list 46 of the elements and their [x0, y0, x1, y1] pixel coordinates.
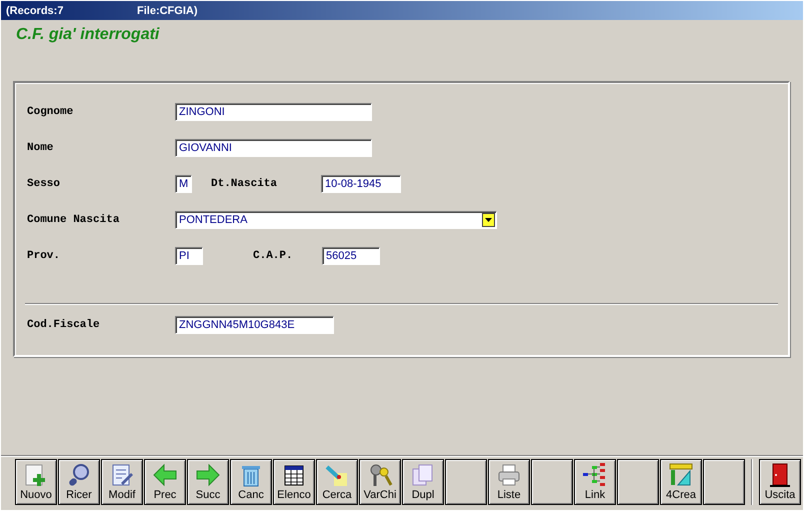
- toolbar-button[interactable]: Elenco: [273, 458, 315, 504]
- input-field[interactable]: ZINGONI: [175, 103, 372, 121]
- field-label: Nome: [27, 142, 54, 154]
- toolbar-button[interactable]: Cerca: [316, 458, 358, 504]
- dropdown-button[interactable]: [482, 213, 495, 227]
- input-field[interactable]: 10-08-1945: [321, 175, 401, 193]
- toolbar-button[interactable]: Link: [574, 458, 616, 504]
- toolbar-button[interactable]: Succ: [187, 458, 229, 504]
- ruler-triangle-icon: [668, 462, 694, 488]
- field-label: Cod.Fiscale: [27, 319, 101, 331]
- toolbar-button[interactable]: [531, 458, 573, 504]
- window-title: File:CFGIA): [137, 4, 198, 16]
- door-icon: [767, 462, 793, 488]
- left-arrow-icon: [152, 462, 178, 488]
- input-field[interactable]: 56025: [322, 247, 380, 265]
- field-label: C.A.P.: [253, 250, 294, 262]
- toolbar-button[interactable]: [703, 458, 745, 504]
- dropdown-field[interactable]: PONTEDERA: [175, 211, 497, 229]
- right-arrow-icon: [195, 462, 221, 488]
- input-field[interactable]: PI: [175, 247, 203, 265]
- highlighter-icon: [324, 462, 350, 488]
- field-label: Dt.Nascita: [211, 178, 278, 190]
- input-field[interactable]: M: [175, 175, 192, 193]
- printer-icon: [496, 462, 522, 488]
- form-heading: C.F. gia' interrogati: [16, 25, 160, 45]
- toolbar-button[interactable]: Prec: [144, 458, 186, 504]
- toolbar-button[interactable]: Canc: [230, 458, 272, 504]
- toolbar-button[interactable]: Modif: [101, 458, 143, 504]
- field-label: Prov.: [27, 250, 62, 262]
- toolbar-button[interactable]: 4Crea: [660, 458, 702, 504]
- toolbar-button[interactable]: Ricer: [58, 458, 100, 504]
- tree-icon: [582, 462, 608, 488]
- toolbar-button[interactable]: Dupl: [402, 458, 444, 504]
- field-label: Cognome: [27, 106, 74, 118]
- toolbar-button[interactable]: Liste: [488, 458, 530, 504]
- toolbar-button[interactable]: [617, 458, 659, 504]
- window-title: (Records:7: [6, 4, 64, 16]
- input-field[interactable]: GIOVANNI: [175, 139, 372, 157]
- field-label: Comune Nascita: [27, 214, 120, 226]
- caret-icon: [485, 218, 492, 222]
- toolbar-button[interactable]: Uscita: [759, 458, 801, 504]
- toolbar-button[interactable]: [445, 458, 487, 504]
- toolbar-button[interactable]: VarChi: [359, 458, 401, 504]
- field-label: Sesso: [27, 178, 62, 190]
- input-field[interactable]: ZNGGNN45M10G843E: [175, 316, 334, 334]
- toolbar-button[interactable]: Nuovo: [15, 458, 57, 504]
